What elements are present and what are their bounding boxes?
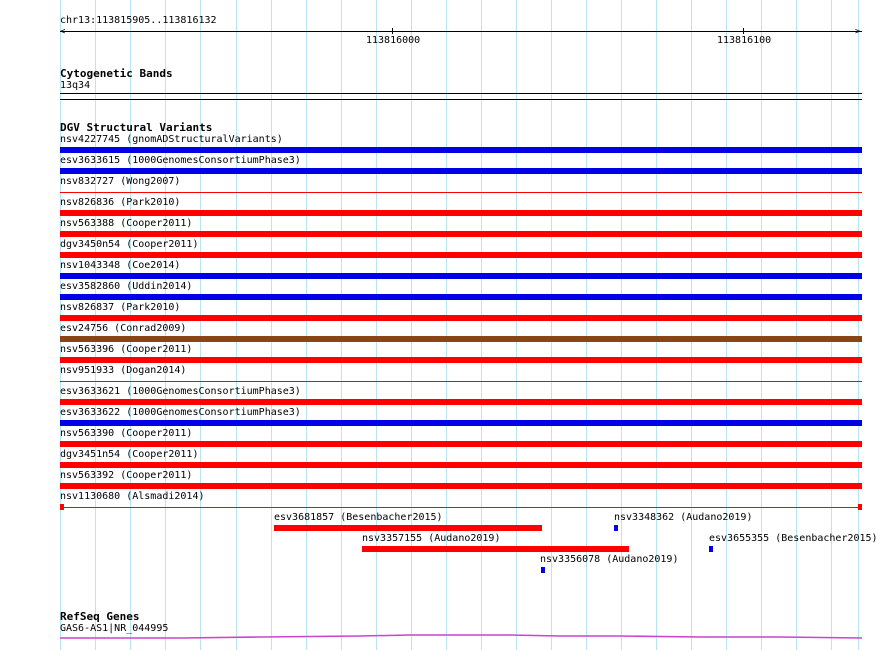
dgv-variant-bar[interactable]: [60, 381, 862, 382]
refseq-track-header[interactable]: RefSeq Genes: [60, 610, 139, 623]
ruler-left-arrow: <: [60, 27, 66, 37]
region-label: chr13:113815905..113816132: [60, 15, 217, 26]
grid-line: [691, 0, 692, 650]
dgv-track-label: nsv563396 (Cooper2011): [60, 344, 193, 355]
dgv-track-label: nsv563388 (Cooper2011): [60, 218, 193, 229]
dgv-variant-bar[interactable]: [60, 231, 862, 237]
cytoband-bar-bottom: [60, 99, 862, 100]
grid-line: [551, 0, 552, 650]
dgv-variant-bar[interactable]: [60, 336, 862, 342]
dgv-track-label: nsv832727 (Wong2007): [60, 176, 181, 187]
feature-bar-nsv3357155[interactable]: [362, 546, 629, 552]
dgv-track-label: nsv4227745 (gnomADStructuralVariants): [60, 134, 283, 145]
dgv-track-label: nsv826837 (Park2010): [60, 302, 181, 313]
dgv-variant-bar[interactable]: [60, 462, 862, 468]
grid-line: [200, 0, 201, 650]
dgv-variant-bar[interactable]: [60, 399, 862, 405]
grid-line: [621, 0, 622, 650]
dgv-track-label: esv3582860 (Uddin2014): [60, 281, 193, 292]
dgv-track-label: dgv3451n54 (Cooper2011): [60, 449, 199, 460]
feature-label: esv3655355 (Besenbacher2015): [709, 533, 878, 544]
dgv-track-label: esv3633615 (1000GenomesConsortiumPhase3): [60, 155, 301, 166]
grid-line: [411, 0, 412, 650]
feature-bar-nsv3348362[interactable]: [614, 525, 618, 531]
grid-line: [858, 0, 859, 650]
cytoband-label: 13q34: [60, 80, 91, 91]
dgv-variant-bar[interactable]: [60, 357, 862, 363]
dgv-variant-bar[interactable]: [60, 147, 862, 153]
dgv-variant-endcap: [858, 504, 862, 510]
grid-line: [586, 0, 587, 650]
ruler-tick-label: 113816100: [717, 35, 772, 46]
feature-label: nsv3356078 (Audano2019): [540, 554, 679, 565]
grid-line: [306, 0, 307, 650]
dgv-track-label: esv3633622 (1000GenomesConsortiumPhase3): [60, 407, 301, 418]
grid-line: [656, 0, 657, 650]
dgv-variant-bar[interactable]: [60, 252, 862, 258]
ruler-tick-label: 113816000: [366, 35, 421, 46]
refseq-gene-model[interactable]: [60, 630, 862, 642]
grid-line: [271, 0, 272, 650]
grid-line: [341, 0, 342, 650]
grid-line: [236, 0, 237, 650]
dgv-track-label: dgv3450n54 (Cooper2011): [60, 239, 199, 250]
dgv-track-label: nsv563392 (Cooper2011): [60, 470, 193, 481]
dgv-variant-bar[interactable]: [60, 483, 862, 489]
ruler-major-tick: [392, 28, 393, 34]
grid-line: [481, 0, 482, 650]
feature-bar-esv3681857[interactable]: [274, 525, 542, 531]
grid-line: [831, 0, 832, 650]
grid-line: [726, 0, 727, 650]
grid-line: [516, 0, 517, 650]
cytoband-bar-top[interactable]: [60, 93, 862, 94]
grid-line: [376, 0, 377, 650]
dgv-track-label: esv3633621 (1000GenomesConsortiumPhase3): [60, 386, 301, 397]
feature-label: nsv3348362 (Audano2019): [614, 512, 753, 523]
dgv-track-label: nsv826836 (Park2010): [60, 197, 181, 208]
grid-line: [446, 0, 447, 650]
dgv-variant-bar[interactable]: [60, 507, 862, 508]
dgv-variant-endcap: [60, 504, 64, 510]
genome-browser-view: chr13:113815905..113816132 < > 113816000…: [0, 0, 890, 650]
feature-bar-esv3655355[interactable]: [709, 546, 713, 552]
dgv-track-label: esv24756 (Conrad2009): [60, 323, 187, 334]
cytoband-track-header[interactable]: Cytogenetic Bands: [60, 67, 173, 80]
dgv-track-label: nsv1043348 (Coe2014): [60, 260, 181, 271]
dgv-variant-bar[interactable]: [60, 273, 862, 279]
dgv-variant-bar[interactable]: [60, 294, 862, 300]
dgv-variant-bar[interactable]: [60, 420, 862, 426]
feature-bar-nsv3356078[interactable]: [541, 567, 545, 573]
dgv-track-label: nsv1130680 (Alsmadi2014): [60, 491, 205, 502]
dgv-track-header[interactable]: DGV Structural Variants: [60, 121, 212, 134]
dgv-variant-bar[interactable]: [60, 315, 862, 321]
feature-label: esv3681857 (Besenbacher2015): [274, 512, 443, 523]
feature-label: nsv3357155 (Audano2019): [362, 533, 501, 544]
dgv-variant-bar[interactable]: [60, 168, 862, 174]
dgv-variant-bar[interactable]: [60, 192, 862, 193]
dgv-variant-bar[interactable]: [60, 441, 862, 447]
dgv-track-label: nsv951933 (Dogan2014): [60, 365, 187, 376]
ruler-major-tick: [743, 28, 744, 34]
grid-line: [796, 0, 797, 650]
ruler-right-arrow: >: [855, 27, 861, 37]
ruler-axis: [60, 31, 862, 32]
dgv-track-label: nsv563390 (Cooper2011): [60, 428, 193, 439]
dgv-variant-bar[interactable]: [60, 210, 862, 216]
grid-line: [761, 0, 762, 650]
